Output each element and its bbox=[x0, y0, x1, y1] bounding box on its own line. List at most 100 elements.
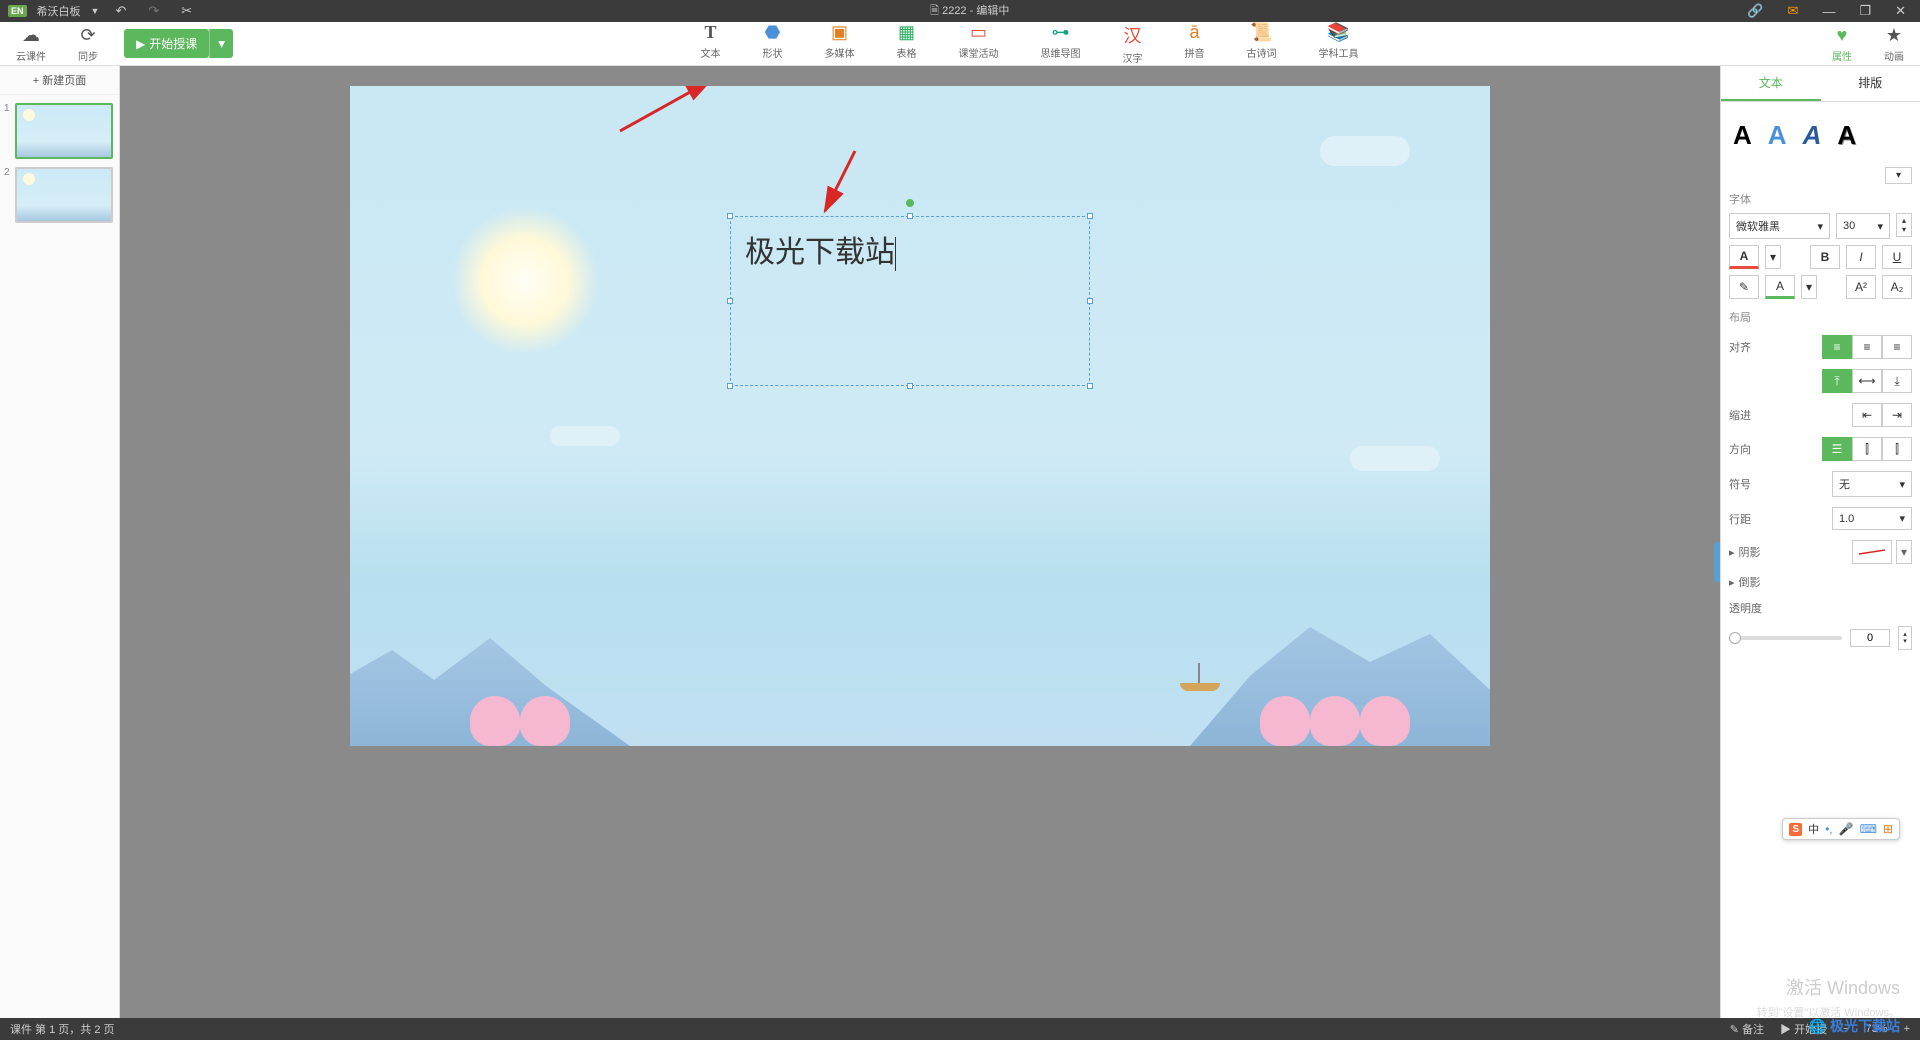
resize-handle[interactable] bbox=[1087, 213, 1093, 219]
text-icon: T bbox=[704, 22, 716, 43]
resize-handle[interactable] bbox=[907, 213, 913, 219]
resize-handle[interactable] bbox=[727, 383, 733, 389]
cut-icon[interactable]: ✂ bbox=[175, 3, 198, 19]
align-left-button[interactable]: ≡ bbox=[1822, 335, 1852, 359]
opacity-slider[interactable] bbox=[1729, 636, 1842, 640]
note-button[interactable]: ✎ 备注 bbox=[1730, 1021, 1764, 1037]
subscript-button[interactable]: A₂ bbox=[1882, 275, 1912, 299]
subtab-layout[interactable]: 排版 bbox=[1821, 66, 1920, 101]
ime-voice-icon[interactable]: 🎤 bbox=[1839, 822, 1854, 836]
align-right-button[interactable]: ≡ bbox=[1882, 335, 1912, 359]
share-icon[interactable]: 🔗 bbox=[1741, 3, 1769, 19]
highlight-dropdown[interactable]: ▾ bbox=[1801, 275, 1817, 299]
close-icon[interactable]: ✕ bbox=[1889, 3, 1912, 19]
subject-tool-button[interactable]: 📚 学科工具 bbox=[1312, 20, 1364, 67]
slide-thumbnail-1[interactable] bbox=[15, 103, 113, 159]
underline-button[interactable]: U bbox=[1882, 245, 1912, 269]
direction-vertical-button[interactable]: ⫿ bbox=[1852, 437, 1882, 461]
shadow-dropdown[interactable]: ▾ bbox=[1896, 540, 1912, 564]
maximize-icon[interactable]: ❐ bbox=[1853, 3, 1877, 19]
side-rail-handle[interactable] bbox=[1714, 542, 1720, 582]
linespace-select[interactable]: 1.0▾ bbox=[1832, 507, 1912, 530]
cloud-courseware-button[interactable]: ☁ 云课件 bbox=[10, 23, 52, 65]
align-center-button[interactable]: ≡ bbox=[1852, 335, 1882, 359]
pinyin-tool-button[interactable]: ā 拼音 bbox=[1178, 20, 1210, 67]
highlight-color-button[interactable]: A bbox=[1765, 275, 1795, 299]
font-size-select[interactable]: 30▾ bbox=[1836, 213, 1890, 239]
subtab-text[interactable]: 文本 bbox=[1721, 66, 1821, 101]
reflection-expander[interactable]: ▸ 倒影 bbox=[1729, 574, 1912, 590]
italic-button[interactable]: I bbox=[1846, 245, 1876, 269]
mail-icon[interactable]: ✉ bbox=[1782, 3, 1805, 19]
indent-increase-button[interactable]: ⇥ bbox=[1882, 403, 1912, 427]
undo-icon[interactable]: ↶ bbox=[109, 3, 132, 19]
indent-decrease-button[interactable]: ⇤ bbox=[1852, 403, 1882, 427]
table-icon: ▦ bbox=[898, 22, 915, 43]
symbol-label: 符号 bbox=[1729, 476, 1751, 492]
start-class-button[interactable]: ▶ 开始授课 bbox=[124, 29, 209, 58]
direction-horizontal-button[interactable]: ☰ bbox=[1822, 437, 1852, 461]
text-tool-button[interactable]: T 文本 bbox=[694, 20, 726, 67]
dropdown-icon[interactable]: ▼ bbox=[91, 6, 100, 16]
zoom-in-button[interactable]: + bbox=[1904, 1023, 1910, 1035]
activity-icon: ▭ bbox=[970, 22, 987, 43]
font-color-button[interactable]: A bbox=[1729, 245, 1759, 269]
activity-tool-button[interactable]: ▭ 课堂活动 bbox=[952, 20, 1004, 67]
opacity-input[interactable] bbox=[1850, 629, 1890, 647]
start-class-dropdown[interactable]: ▾ bbox=[209, 29, 233, 58]
text-style-1[interactable]: A bbox=[1733, 120, 1752, 151]
hanzi-tool-button[interactable]: 汉 汉字 bbox=[1116, 20, 1148, 67]
resize-handle[interactable] bbox=[1087, 298, 1093, 304]
valign-middle-button[interactable]: ⟷ bbox=[1852, 369, 1882, 393]
resize-handle[interactable] bbox=[1087, 383, 1093, 389]
poem-tool-button[interactable]: 📜 古诗词 bbox=[1240, 20, 1282, 67]
multimedia-tool-button[interactable]: ▣ 多媒体 bbox=[818, 20, 860, 67]
resize-handle[interactable] bbox=[727, 213, 733, 219]
superscript-button[interactable]: A² bbox=[1846, 275, 1876, 299]
minimize-icon[interactable]: — bbox=[1816, 4, 1841, 19]
font-size-stepper[interactable]: ▴▾ bbox=[1896, 213, 1912, 237]
resize-handle[interactable] bbox=[907, 383, 913, 389]
textbox-content[interactable]: 极光下载站 bbox=[731, 217, 1089, 281]
more-styles-icon[interactable]: ▾ bbox=[1885, 167, 1912, 184]
play-icon: ▶ bbox=[136, 37, 145, 51]
table-tool-button[interactable]: ▦ 表格 bbox=[890, 20, 922, 67]
slide-canvas[interactable]: 极光下载站 bbox=[350, 86, 1490, 746]
font-color-dropdown[interactable]: ▾ bbox=[1765, 245, 1781, 269]
bold-button[interactable]: B bbox=[1810, 245, 1840, 269]
font-section-label: 字体 bbox=[1729, 191, 1912, 207]
shadow-expander[interactable]: ▸ 阴影 ▾ bbox=[1729, 540, 1912, 564]
ime-menu-icon[interactable]: ⊞ bbox=[1883, 822, 1893, 836]
shadow-preview[interactable] bbox=[1852, 540, 1892, 564]
properties-tab-button[interactable]: ♥ 属性 bbox=[1826, 23, 1858, 65]
new-page-button[interactable]: + 新建页面 bbox=[0, 66, 119, 95]
redo-icon[interactable]: ↷ bbox=[142, 3, 165, 19]
ime-toolbar[interactable]: S 中 •, 🎤 ⌨ ⊞ bbox=[1782, 818, 1900, 840]
ime-keyboard-icon[interactable]: ⌨ bbox=[1860, 822, 1877, 836]
chevron-right-icon: ▸ bbox=[1729, 576, 1735, 589]
mindmap-tool-button[interactable]: ⊶ 思维导图 bbox=[1034, 20, 1086, 67]
ime-lang[interactable]: 中 bbox=[1808, 821, 1819, 837]
font-family-select[interactable]: 微软雅黑▾ bbox=[1729, 213, 1830, 239]
opacity-stepper[interactable]: ▴▾ bbox=[1898, 626, 1912, 650]
rotate-handle[interactable] bbox=[906, 199, 914, 207]
slide-thumbnail-2[interactable] bbox=[15, 167, 113, 223]
text-style-3[interactable]: A bbox=[1803, 120, 1822, 151]
text-style-2[interactable]: A bbox=[1768, 120, 1787, 151]
text-style-4[interactable]: A bbox=[1837, 120, 1856, 151]
symbol-select[interactable]: 无▾ bbox=[1832, 471, 1912, 497]
ime-punct-icon[interactable]: •, bbox=[1825, 822, 1833, 836]
animation-tab-button[interactable]: ★ 动画 bbox=[1878, 23, 1910, 65]
app-badge: EN bbox=[8, 5, 27, 17]
sync-button[interactable]: ⟳ 同步 bbox=[72, 23, 104, 65]
valign-bottom-button[interactable]: ⤓ bbox=[1882, 369, 1912, 393]
textbox-selection[interactable]: 极光下载站 bbox=[730, 216, 1090, 386]
canvas-area[interactable]: 极光下载站 bbox=[120, 66, 1720, 1018]
shape-tool-button[interactable]: ⬣ 形状 bbox=[756, 20, 788, 67]
resize-handle[interactable] bbox=[727, 298, 733, 304]
valign-top-button[interactable]: ⤒ bbox=[1822, 369, 1852, 393]
slider-thumb[interactable] bbox=[1729, 632, 1741, 644]
direction-rtl-button[interactable]: ⫿ bbox=[1882, 437, 1912, 461]
layout-section-label: 布局 bbox=[1729, 309, 1912, 325]
highlight-button[interactable]: ✎ bbox=[1729, 275, 1759, 299]
